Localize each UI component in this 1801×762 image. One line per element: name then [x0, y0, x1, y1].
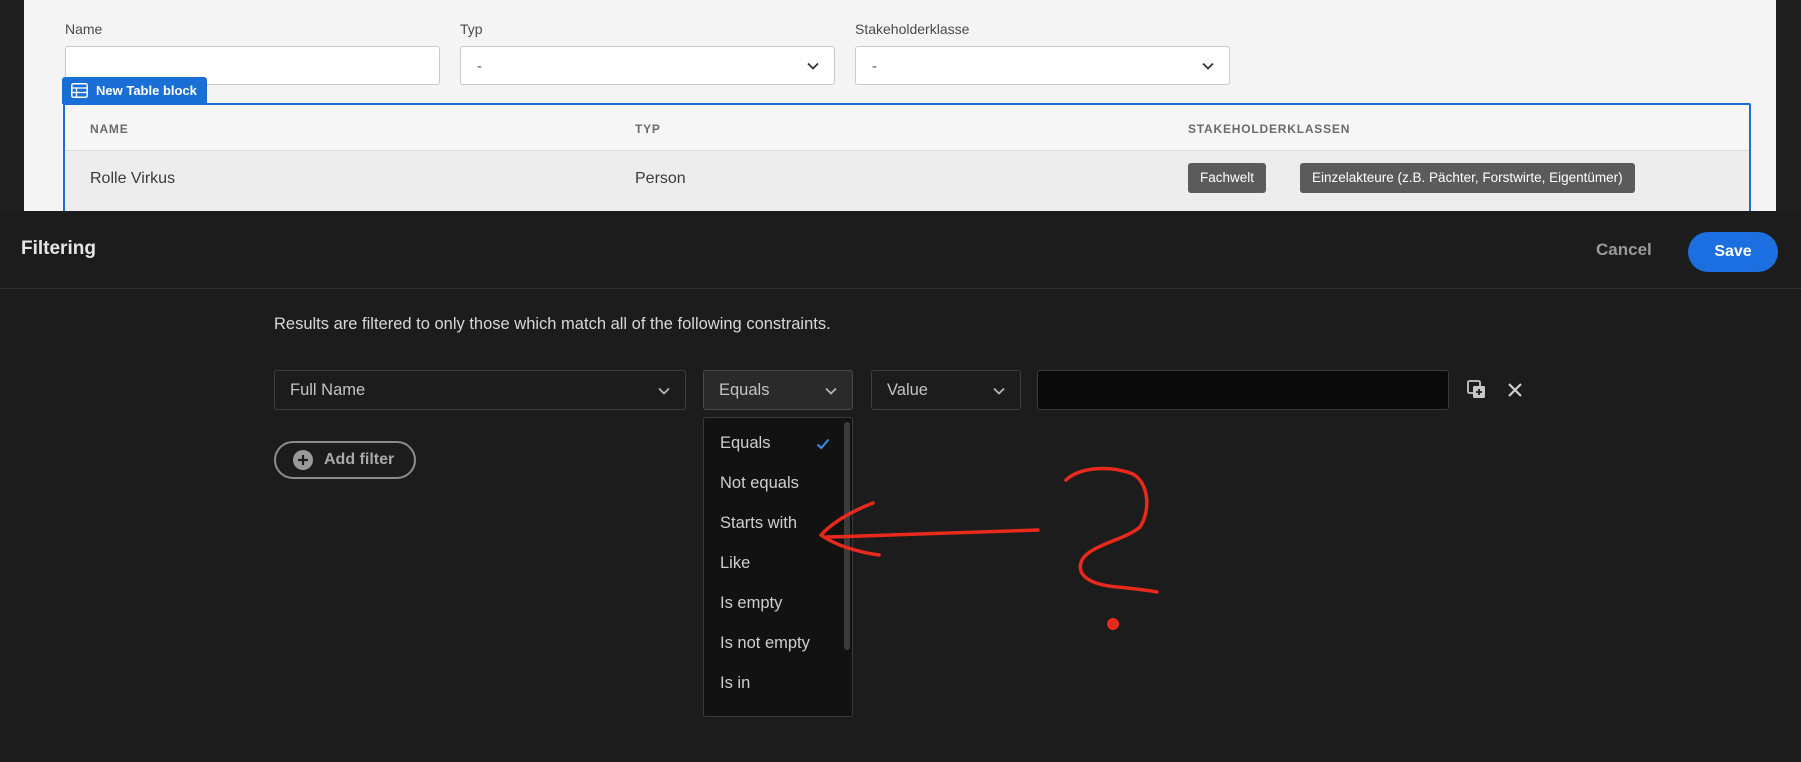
operator-option-starts-with[interactable]: Starts with [704, 504, 844, 544]
plus-circle-icon [293, 450, 313, 470]
panel-header: Filtering Cancel Save [0, 211, 1801, 289]
field-picker[interactable]: Full Name [274, 370, 686, 410]
operator-picker[interactable]: Equals [703, 370, 853, 410]
operator-option-like[interactable]: Like [704, 544, 844, 584]
cell-name: Rolle Virkus [90, 170, 176, 187]
option-label: Is in [720, 674, 751, 692]
option-label: Is empty [720, 594, 783, 612]
filtering-panel: Filtering Cancel Save Results are filter… [0, 211, 1801, 762]
typ-select-value: - [477, 58, 482, 75]
typ-select[interactable]: - [460, 46, 835, 85]
stakeholder-label: Stakeholderklasse [855, 21, 970, 37]
add-filter-label: Add filter [324, 451, 395, 468]
value-type-picker[interactable]: Value [871, 370, 1021, 410]
option-label: Like [720, 554, 751, 572]
operator-picker-value: Equals [719, 381, 770, 399]
table-icon [71, 83, 88, 98]
operator-option-equals[interactable]: Equals [704, 424, 844, 464]
table-row[interactable]: Rolle Virkus Person Fachwelt Einzelakteu… [65, 151, 1749, 211]
save-button[interactable]: Save [1688, 232, 1778, 272]
chevron-down-icon [825, 387, 837, 395]
operator-option-not-equals[interactable]: Not equals [704, 464, 844, 504]
table-block-tag-label: New Table block [96, 83, 197, 98]
chevron-down-icon [807, 62, 819, 70]
add-filter-button[interactable]: Add filter [274, 441, 416, 479]
name-label: Name [65, 21, 103, 37]
filter-value-input[interactable] [1037, 370, 1449, 410]
stakeholder-badge: Einzelakteure (z.B. Pächter, Forstwirte,… [1300, 163, 1635, 193]
table-block-tag[interactable]: New Table block [62, 77, 207, 104]
operator-option-is-empty[interactable]: Is empty [704, 584, 844, 624]
option-label: Equals [720, 434, 771, 452]
value-type-picker-value: Value [887, 381, 928, 399]
table-block[interactable]: NAME TYP STAKEHOLDERKLASSEN Rolle Virkus… [63, 103, 1751, 211]
checkmark-icon [816, 438, 830, 450]
table-header: NAME TYP STAKEHOLDERKLASSEN [65, 105, 1749, 151]
menu-scrollbar[interactable] [844, 422, 850, 650]
cancel-button[interactable]: Cancel [1596, 240, 1652, 260]
close-icon[interactable] [1504, 379, 1526, 401]
duplicate-icon[interactable] [1466, 379, 1488, 401]
panel-title: Filtering [21, 238, 96, 259]
cell-typ: Person [635, 170, 686, 187]
option-label: Starts with [720, 514, 798, 532]
column-header-typ: TYP [635, 122, 661, 136]
column-header-name: NAME [90, 122, 129, 136]
stakeholder-badge: Fachwelt [1188, 163, 1267, 193]
option-label: Not equals [720, 474, 799, 492]
stakeholder-select-value: - [872, 58, 877, 75]
chevron-down-icon [658, 387, 670, 395]
option-label: Is not empty [720, 634, 810, 652]
chevron-down-icon [993, 387, 1005, 395]
preview-page: Name Typ - Stakeholderklasse - NAME TYP … [24, 0, 1776, 211]
operator-option-is-in[interactable]: Is in [704, 664, 844, 704]
operator-dropdown-menu: Equals Not equals Starts with Like Is em… [703, 417, 853, 717]
chevron-down-icon [1202, 62, 1214, 70]
operator-option-is-not-empty[interactable]: Is not empty [704, 624, 844, 664]
filter-description: Results are filtered to only those which… [274, 315, 831, 333]
typ-label: Typ [460, 21, 483, 37]
field-picker-value: Full Name [290, 381, 366, 399]
stakeholder-select[interactable]: - [855, 46, 1230, 85]
column-header-stakeholderklassen: STAKEHOLDERKLASSEN [1188, 122, 1351, 136]
app-root: Name Typ - Stakeholderklasse - NAME TYP … [0, 0, 1801, 762]
